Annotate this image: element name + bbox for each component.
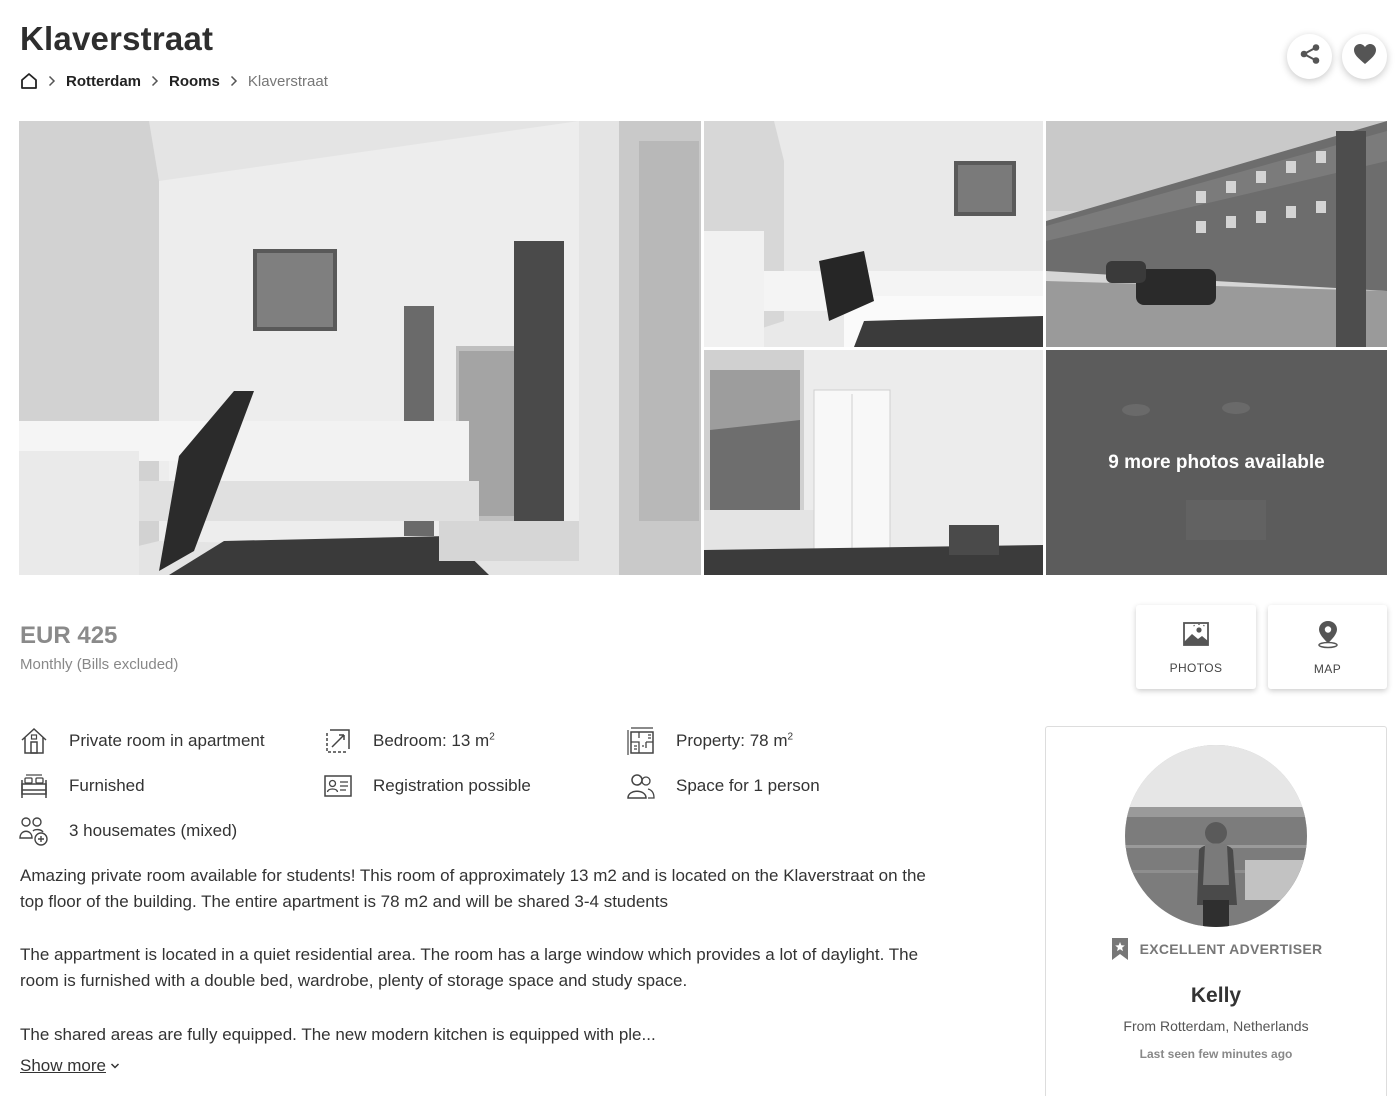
housemates-icon	[19, 816, 49, 846]
feature-space-label: Space for 1 person	[676, 776, 820, 795]
show-more-link[interactable]: Show more	[20, 1056, 120, 1076]
advertiser-avatar[interactable]	[1125, 745, 1307, 927]
feature-property-label: Property: 78 m2	[676, 731, 794, 750]
gallery-photo-2[interactable]	[704, 121, 1043, 347]
advertiser-badge-label: EXCELLENT ADVERTISER	[1139, 941, 1323, 957]
breadcrumb: Rotterdam Rooms Klaverstraat	[20, 72, 328, 90]
feature-space: Space for 1 person	[626, 771, 820, 801]
map-button-label: MAP	[1313, 661, 1342, 676]
description-paragraph-3: The shared areas are fully equipped. The…	[20, 1025, 656, 1044]
heart-icon	[1353, 43, 1377, 70]
map-button[interactable]: MAP	[1268, 605, 1387, 689]
floorplan-icon	[626, 726, 656, 756]
favorite-button[interactable]	[1342, 34, 1387, 79]
feature-bedroom-label: Bedroom: 13 m2	[373, 731, 495, 750]
breadcrumb-current: Klaverstraat	[247, 72, 328, 90]
more-photos-tile[interactable]: 9 more photos available	[1046, 350, 1387, 575]
share-icon	[1299, 43, 1321, 70]
id-card-icon	[323, 771, 353, 801]
chevron-right-icon	[48, 75, 56, 87]
chevron-down-icon	[110, 1062, 120, 1070]
gallery-photo-main[interactable]	[19, 121, 701, 575]
breadcrumb-rooms[interactable]: Rooms	[169, 73, 220, 90]
feature-furnished-label: Furnished	[69, 776, 145, 795]
bookmark-star-icon	[1110, 937, 1130, 961]
more-photos-label: 9 more photos available	[1108, 451, 1325, 473]
advertiser-location: From Rotterdam, Netherlands	[1123, 1018, 1309, 1034]
gallery-photo-4[interactable]	[704, 350, 1043, 575]
feature-housemates: 3 housemates (mixed)	[19, 816, 237, 846]
page-title: Klaverstraat	[20, 20, 214, 57]
advertiser-badge: EXCELLENT ADVERTISER	[1046, 937, 1386, 961]
map-pin-icon	[1314, 619, 1342, 654]
gallery-photo-3[interactable]	[1046, 121, 1387, 347]
show-more-label: Show more	[20, 1056, 106, 1075]
chevron-right-icon	[151, 75, 159, 87]
breadcrumb-rotterdam[interactable]: Rotterdam	[66, 73, 141, 90]
chevron-right-icon	[230, 75, 238, 87]
description-paragraph-2: The appartment is located in a quiet res…	[20, 945, 919, 990]
feature-bedroom-size: Bedroom: 13 m2	[323, 726, 495, 756]
feature-registration-label: Registration possible	[373, 776, 531, 795]
home-icon[interactable]	[20, 72, 38, 90]
advertiser-card: EXCELLENT ADVERTISER Kelly From Rotterda…	[1045, 726, 1387, 1096]
advertiser-last-seen: Last seen few minutes ago	[1139, 1047, 1293, 1061]
feature-housemates-label: 3 housemates (mixed)	[69, 821, 238, 840]
advertiser-name: Kelly	[1190, 984, 1242, 1007]
feature-registration: Registration possible	[323, 771, 531, 801]
price: EUR 425	[20, 622, 118, 649]
feature-room-type: Private room in apartment	[19, 726, 265, 756]
photo-icon	[1182, 620, 1210, 653]
description-paragraph-1: Amazing private room available for stude…	[20, 866, 926, 911]
photo-gallery: 9 more photos available	[19, 121, 1387, 575]
feature-room-type-label: Private room in apartment	[69, 731, 265, 750]
feature-property-size: Property: 78 m2	[626, 726, 793, 756]
photos-button-label: PHOTOS	[1169, 660, 1223, 675]
share-button[interactable]	[1287, 34, 1332, 79]
feature-furnished: Furnished	[19, 771, 145, 801]
photos-button[interactable]: PHOTOS	[1136, 605, 1256, 689]
people-icon	[626, 771, 656, 801]
price-note: Monthly (Bills excluded)	[20, 656, 179, 673]
bed-icon	[19, 771, 49, 801]
area-icon	[323, 726, 353, 756]
house-icon	[19, 726, 49, 756]
